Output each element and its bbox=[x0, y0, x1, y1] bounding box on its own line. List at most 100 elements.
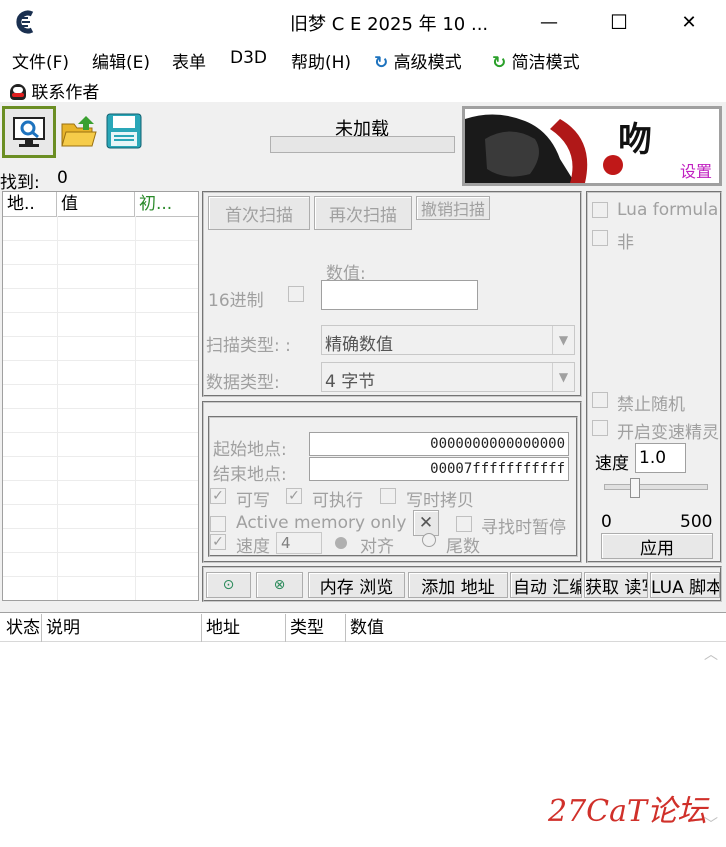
scan-type-select[interactable]: 精确数值 ▼ bbox=[321, 325, 575, 355]
slider-min-label: 0 bbox=[601, 512, 612, 532]
chevron-down-icon: ▼ bbox=[552, 326, 574, 354]
minimize-button[interactable]: — bbox=[526, 0, 572, 44]
menu-edit[interactable]: 编辑(E) bbox=[92, 48, 150, 73]
first-scan-button[interactable]: 首次扫描 bbox=[208, 196, 310, 230]
fast-scan-label: 速度 bbox=[236, 537, 270, 557]
menu-advanced-label: 高级模式 bbox=[393, 53, 462, 73]
refresh-blue-icon: ↻ bbox=[374, 53, 389, 73]
pause-on-scan-label: 寻找时暂停 bbox=[481, 518, 566, 538]
refresh-green-icon: ↻ bbox=[492, 53, 507, 73]
found-count: 0 bbox=[57, 168, 68, 188]
result-col-address[interactable]: 地.. bbox=[3, 192, 57, 216]
cheat-col-address[interactable]: 地址 bbox=[202, 614, 286, 642]
cheat-col-value[interactable]: 数值 bbox=[346, 614, 726, 642]
next-scan-button[interactable]: 再次扫描 bbox=[314, 196, 412, 230]
memory-view-button[interactable]: 内存 浏览 bbox=[308, 572, 405, 598]
auto-assemble-button[interactable]: 自动 汇编 bbox=[510, 572, 582, 598]
last-digits-radio[interactable] bbox=[422, 533, 436, 547]
end-address-input[interactable]: 00007fffffffffff bbox=[309, 457, 569, 481]
align-label: 对齐 bbox=[360, 537, 394, 557]
chevron-down-icon: ▼ bbox=[552, 363, 574, 391]
active-memory-label: Active memory only bbox=[236, 513, 407, 533]
lua-script-button[interactable]: LUA 脚本 bbox=[650, 572, 720, 598]
no-random-label: 禁止随机 bbox=[617, 395, 685, 415]
app-logo-icon bbox=[14, 10, 36, 34]
speedhack-label: 开启变速精灵 bbox=[617, 423, 719, 443]
writable-label: 可写 bbox=[236, 491, 270, 511]
not-checkbox[interactable] bbox=[592, 230, 608, 246]
found-label: 找到: bbox=[0, 173, 40, 193]
menu-simple-mode[interactable]: ↻ 简洁模式 bbox=[492, 48, 580, 73]
scroll-up-icon[interactable]: ︿ bbox=[700, 644, 722, 664]
data-type-select[interactable]: 4 字节 ▼ bbox=[321, 362, 575, 392]
maximize-button[interactable]: ☐ bbox=[596, 0, 642, 44]
cheat-col-description[interactable]: 说明 bbox=[42, 614, 202, 642]
copy-on-write-checkbox[interactable] bbox=[380, 488, 396, 504]
title-bar: 旧梦 C E 2025 年 10 ... — ☐ ✕ bbox=[0, 0, 726, 44]
options-panel bbox=[586, 191, 722, 563]
result-list[interactable]: 地.. 值 初... bbox=[2, 191, 199, 601]
menu-d3d[interactable]: D3D bbox=[230, 48, 267, 68]
menu-simple-label: 简洁模式 bbox=[511, 53, 580, 73]
hex-label: 16进制 bbox=[208, 291, 264, 311]
undo-scan-button[interactable]: 撤销扫描 bbox=[416, 196, 490, 220]
data-type-value: 4 字节 bbox=[325, 372, 376, 392]
close-icon: ✕ bbox=[681, 11, 697, 33]
menu-contact-author[interactable]: 联系作者 bbox=[10, 78, 99, 103]
pause-on-scan-checkbox[interactable] bbox=[456, 516, 472, 532]
result-col-value[interactable]: 值 bbox=[57, 192, 135, 216]
open-file-button[interactable] bbox=[58, 108, 100, 154]
hex-checkbox[interactable] bbox=[288, 286, 304, 302]
no-random-checkbox[interactable] bbox=[592, 392, 608, 408]
writable-checkbox[interactable] bbox=[210, 488, 226, 504]
active-memory-checkbox[interactable] bbox=[210, 516, 226, 532]
open-process-button[interactable] bbox=[2, 106, 56, 158]
lua-formula-checkbox[interactable] bbox=[592, 202, 608, 218]
computer-search-icon bbox=[13, 117, 45, 147]
close-icon[interactable]: ✕ bbox=[413, 510, 439, 536]
executable-checkbox[interactable] bbox=[286, 488, 302, 504]
fast-scan-input[interactable]: 4 bbox=[276, 532, 322, 554]
last-digits-label: 尾数 bbox=[446, 537, 480, 557]
settings-link[interactable]: 设置 bbox=[680, 158, 712, 182]
menu-table[interactable]: 表单 bbox=[172, 48, 206, 73]
scan-type-label: 扫描类型: : bbox=[206, 336, 291, 356]
clear-button[interactable]: ⊗ bbox=[256, 572, 303, 598]
apply-button[interactable]: 应用 bbox=[601, 533, 713, 559]
speed-slider-thumb[interactable] bbox=[630, 478, 640, 498]
save-button[interactable] bbox=[102, 108, 146, 154]
slider-max-label: 500 bbox=[680, 512, 713, 532]
lua-formula-label: Lua formula bbox=[617, 200, 719, 220]
executable-label: 可执行 bbox=[312, 491, 363, 511]
maximize-icon: ☐ bbox=[610, 10, 628, 34]
watermark-text: 27CaT论坛 bbox=[548, 794, 708, 829]
speed-input[interactable]: 1.0 bbox=[635, 443, 686, 473]
refresh-circle-icon: ⊙ bbox=[222, 577, 235, 593]
close-button[interactable]: ✕ bbox=[666, 0, 712, 44]
refresh-left-button[interactable]: ⊙ bbox=[206, 572, 251, 598]
cheat-table-header: 状态 说明 地址 类型 数值 bbox=[0, 614, 726, 642]
start-address-input[interactable]: 0000000000000000 bbox=[309, 432, 569, 456]
cheat-col-status[interactable]: 状态 bbox=[2, 614, 42, 642]
menu-contact-label: 联系作者 bbox=[31, 83, 100, 103]
copy-on-write-label: 写时拷贝 bbox=[406, 491, 474, 511]
menu-file[interactable]: 文件(F) bbox=[12, 48, 69, 73]
speedhack-checkbox[interactable] bbox=[592, 420, 608, 436]
align-radio[interactable] bbox=[335, 537, 347, 549]
menu-advanced-mode[interactable]: ↻ 高级模式 bbox=[374, 48, 462, 73]
end-address-label: 结束地点: bbox=[213, 465, 287, 485]
result-col-initial[interactable]: 初... bbox=[135, 192, 198, 216]
speed-label: 速度 bbox=[595, 454, 629, 474]
cheat-col-type[interactable]: 类型 bbox=[286, 614, 346, 642]
value-input[interactable] bbox=[321, 280, 478, 310]
clear-circle-icon: ⊗ bbox=[273, 577, 286, 593]
save-disk-icon bbox=[106, 113, 142, 149]
speed-slider-track bbox=[604, 484, 708, 490]
data-type-label: 数据类型: bbox=[206, 373, 280, 393]
menu-help[interactable]: 帮助(H) bbox=[291, 48, 351, 73]
add-address-button[interactable]: 添加 地址 bbox=[408, 572, 508, 598]
read-write-button[interactable]: 获取 读写 bbox=[584, 572, 648, 598]
fast-scan-checkbox[interactable] bbox=[210, 534, 226, 550]
not-label: 非 bbox=[617, 233, 634, 253]
folder-open-icon bbox=[61, 116, 97, 147]
